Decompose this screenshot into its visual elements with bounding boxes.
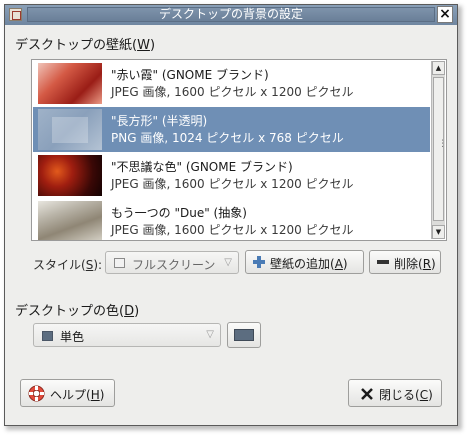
wallpaper-item[interactable]: "不思議な色" (GNOME ブランド) JPEG 画像, 1600 ピクセル …	[33, 153, 430, 198]
vertical-scrollbar[interactable]: ▲ ⋮ ▼	[431, 61, 447, 239]
wallpaper-section-label: デスクトップの壁紙(W)	[15, 38, 156, 53]
close-button[interactable]: 閉じる(C)	[348, 379, 442, 407]
color-mode-dropdown[interactable]: 単色 ▽	[33, 323, 221, 347]
wallpaper-description: PNG 画像, 1024 ピクセル x 768 ピクセル	[111, 131, 344, 145]
style-label: スタイル(S):	[33, 258, 103, 272]
add-wallpaper-label: 壁紙の追加(A)	[270, 257, 348, 271]
wallpaper-list[interactable]: "赤い霞" (GNOME ブランド) JPEG 画像, 1600 ピクセル x …	[31, 59, 447, 241]
help-button[interactable]: ヘルプ(H)	[20, 379, 115, 407]
wallpaper-thumbnail	[38, 155, 102, 196]
scroll-down-arrow-icon[interactable]: ▼	[432, 225, 445, 239]
color-swatch	[234, 329, 254, 341]
style-dropdown[interactable]: フルスクリーン ▽	[105, 251, 239, 274]
close-x-icon	[361, 388, 373, 400]
wallpaper-item[interactable]: "赤い霞" (GNOME ブランド) JPEG 画像, 1600 ピクセル x …	[33, 61, 430, 106]
scroll-up-arrow-icon[interactable]: ▲	[432, 61, 445, 75]
close-label: 閉じる(C)	[379, 388, 433, 402]
color-picker-button[interactable]	[227, 322, 261, 348]
wallpaper-thumbnail	[38, 63, 102, 104]
help-label: ヘルプ(H)	[50, 388, 105, 402]
background-settings-dialog: デスクトップの背景の設定 × デスクトップの壁紙(W) "赤い霞" (GNOME…	[4, 4, 458, 426]
scrollbar-thumb[interactable]: ⋮	[433, 77, 447, 221]
window-title: デスクトップの背景の設定	[27, 7, 435, 22]
wallpaper-description: JPEG 画像, 1600 ピクセル x 1200 ピクセル	[111, 85, 354, 99]
wallpaper-name: "赤い霞" (GNOME ブランド)	[111, 68, 269, 82]
wallpaper-description: JPEG 画像, 1600 ピクセル x 1200 ピクセル	[111, 177, 354, 191]
fullscreen-icon	[114, 258, 125, 268]
help-lifebuoy-icon	[28, 385, 45, 402]
wallpaper-item-selected[interactable]: "長方形" (半透明) PNG 画像, 1024 ピクセル x 768 ピクセル	[33, 107, 430, 152]
solid-color-icon	[42, 331, 53, 341]
wallpaper-item[interactable]: もう一つの "Due" (抽象) JPEG 画像, 1600 ピクセル x 12…	[33, 199, 430, 240]
wallpaper-description: JPEG 画像, 1600 ピクセル x 1200 ピクセル	[111, 223, 354, 237]
wallpaper-thumbnail	[38, 109, 102, 150]
window-menu-icon[interactable]	[9, 8, 22, 21]
wallpaper-thumbnail	[38, 201, 102, 240]
chevron-down-icon: ▽	[224, 257, 232, 268]
chevron-down-icon: ▽	[206, 329, 214, 340]
desktop-color-section-label: デスクトップの色(D)	[15, 304, 140, 319]
add-wallpaper-button[interactable]: 壁紙の追加(A)	[245, 250, 364, 274]
color-mode-value: 単色	[60, 330, 85, 344]
scrollbar-grip-icon: ⋮	[438, 139, 447, 149]
title-bar[interactable]: デスクトップの背景の設定 ×	[5, 5, 457, 25]
plus-icon	[253, 256, 265, 268]
wallpaper-name: もう一つの "Due" (抽象)	[111, 206, 247, 220]
wallpaper-name: "長方形" (半透明)	[111, 114, 208, 128]
minus-icon	[377, 260, 389, 264]
style-dropdown-value: フルスクリーン	[132, 258, 216, 272]
close-window-icon[interactable]: ×	[437, 6, 453, 23]
remove-wallpaper-button[interactable]: 削除(R)	[369, 250, 441, 274]
wallpaper-name: "不思議な色" (GNOME ブランド)	[111, 160, 293, 174]
remove-wallpaper-label: 削除(R)	[394, 257, 436, 271]
